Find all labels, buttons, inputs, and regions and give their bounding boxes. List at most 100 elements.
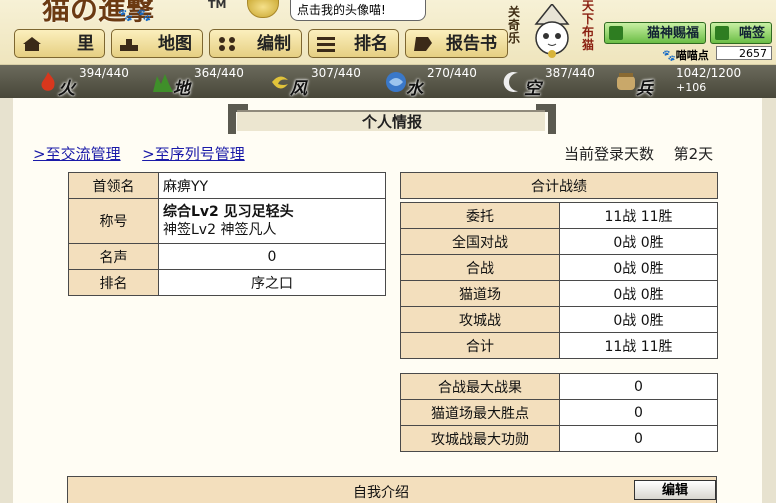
title-line-2: 神签Lv2 神签凡人 [163,222,277,238]
table-row: 合计 11战 11胜 [400,332,718,359]
draw-button-label: 喵签 [738,26,765,41]
record-value: 0战 0胜 [559,228,718,255]
profile-table: 首领名 麻痹YY 称号 综合Lv2 见习足轻头 神签Lv2 神签凡人 名声 0 … [68,172,386,296]
record-value: 11战 11胜 [559,332,718,359]
draw-button[interactable]: 喵签 [710,22,772,44]
table-row: 合战 0战 0胜 [400,254,718,281]
record-value: 0战 0胜 [559,306,718,333]
table-row: 猫道场 0战 0胜 [400,280,718,307]
gift-button[interactable]: 猫神赐福 [604,22,706,44]
resource-name: 风 [290,79,307,99]
game-logo[interactable]: 猫の進撃 🐾 🐾 TM [30,0,226,30]
table-row: 合计战绩 [400,172,718,199]
ranking-icon [317,37,335,52]
record-value: 11战 11胜 [559,202,718,229]
nav-ranking-button[interactable]: 排名 [308,29,399,58]
points-label: 🐾喵喵点 [662,49,709,62]
record-label: 攻城战最大功勋 [400,425,560,452]
card-icon [715,26,729,40]
table-row: 猫道场最大胜点 0 [400,399,718,426]
resource-value: 1042/1200 [676,66,742,80]
left-border [0,98,13,503]
avatar-hint-bubble: 点击我的头像喵! [290,0,426,21]
record-value: 0战 0胜 [559,254,718,281]
record-label: 猫道场 [400,280,560,307]
resource-name: 空 [524,79,541,99]
login-days-label: 当前登录天数 [564,145,655,163]
gift-icon [609,26,623,40]
title-value: 综合Lv2 见习足轻头 神签Lv2 神签凡人 [158,198,386,244]
avatar[interactable] [247,0,279,18]
record-label: 合计 [400,332,560,359]
right-border [762,98,776,503]
table-row: 攻城战 0战 0胜 [400,306,718,333]
edit-intro-button[interactable]: 编辑 [634,480,716,500]
record-header: 合计战绩 [400,172,718,199]
game-header: 猫の進撃 🐾 🐾 TM 点击我的头像喵! 里 地图 编制 排名 报告书 关奇乐 [0,0,776,64]
logo-trademark: TM [208,0,227,11]
paw-icon: 🐾 🐾 [118,8,152,22]
map-icon [120,39,138,51]
login-days: 当前登录天数 第2天 [564,143,713,164]
nav-label: 编制 [257,34,291,54]
title-label: 称号 [68,198,159,244]
mascot-left-text: 关奇乐 [508,5,521,45]
self-intro-section: 自我介绍 编辑 [67,476,717,503]
record-value: 0 [559,425,718,452]
fame-label: 名声 [68,243,159,270]
nav-home-button[interactable]: 里 [14,29,105,58]
self-intro-title: 自我介绍 [353,485,409,501]
record-label: 全国对战 [400,228,560,255]
resource-value: 307/440 [311,66,361,80]
nav-label: 地图 [158,34,192,54]
nav-label: 报告书 [446,34,497,54]
fire-icon [41,72,55,91]
table-row: 名声 0 [68,243,386,270]
record-value: 0战 0胜 [559,280,718,307]
water-icon [386,72,406,92]
leader-name-label: 首领名 [68,172,159,199]
nav-report-button[interactable]: 报告书 [405,29,508,58]
resource-value: 364/440 [194,66,244,80]
table-row: 排名 序之口 [68,269,386,296]
table-row: 称号 综合Lv2 见习足轻头 神签Lv2 神签凡人 [68,198,386,244]
record-label: 合战 [400,254,560,281]
resource-value: 270/440 [427,66,477,80]
table-row: 委托 11战 11胜 [400,202,718,229]
gift-button-label: 猫神赐福 [646,26,699,41]
nav-label: 排名 [354,34,388,54]
nav-map-button[interactable]: 地图 [111,29,203,58]
page-links: >至交流管理 >至序列号管理 [33,143,245,164]
table-row: 首领名 麻痹YY [68,172,386,199]
rice-icon [617,73,635,90]
exchange-management-link[interactable]: >至交流管理 [33,145,121,163]
nav-formation-button[interactable]: 编制 [209,29,302,58]
table-row: 全国对战 0战 0胜 [400,228,718,255]
mascot-emblem[interactable]: 关奇乐 天下布猫 [502,0,606,64]
record-label: 合战最大战果 [400,373,560,400]
page-title: 个人情报 [361,113,422,131]
resource-income: +106 [676,81,707,94]
leader-name-value: 麻痹YY [158,172,386,199]
wind-icon [272,76,288,89]
cat-mascot-icon [534,4,570,58]
record-value: 0 [559,399,718,426]
best-record-table: 合战最大战果 0 猫道场最大胜点 0 攻城战最大功勋 0 [400,373,718,452]
resource-bar: 火 394/440 地 364/440 风 307/440 水 270/440 … [0,64,776,124]
resource-name: 地 [173,79,190,99]
page-title-frame: 个人情报 [228,104,556,134]
record-header-table: 合计战绩 [400,172,718,199]
report-icon [414,37,432,51]
fame-value: 0 [158,243,386,270]
resource-name: 火 [58,79,75,99]
record-label: 委托 [400,202,560,229]
resource-value: 387/440 [545,66,595,80]
serial-management-link[interactable]: >至序列号管理 [142,145,245,163]
record-value: 0 [559,373,718,400]
sky-icon [503,72,518,92]
house-icon [23,37,41,51]
title-line-1: 综合Lv2 见习足轻头 [163,204,294,220]
table-row: 合战最大战果 0 [400,373,718,400]
record-label: 猫道场最大胜点 [400,399,560,426]
record-label: 攻城战 [400,306,560,333]
